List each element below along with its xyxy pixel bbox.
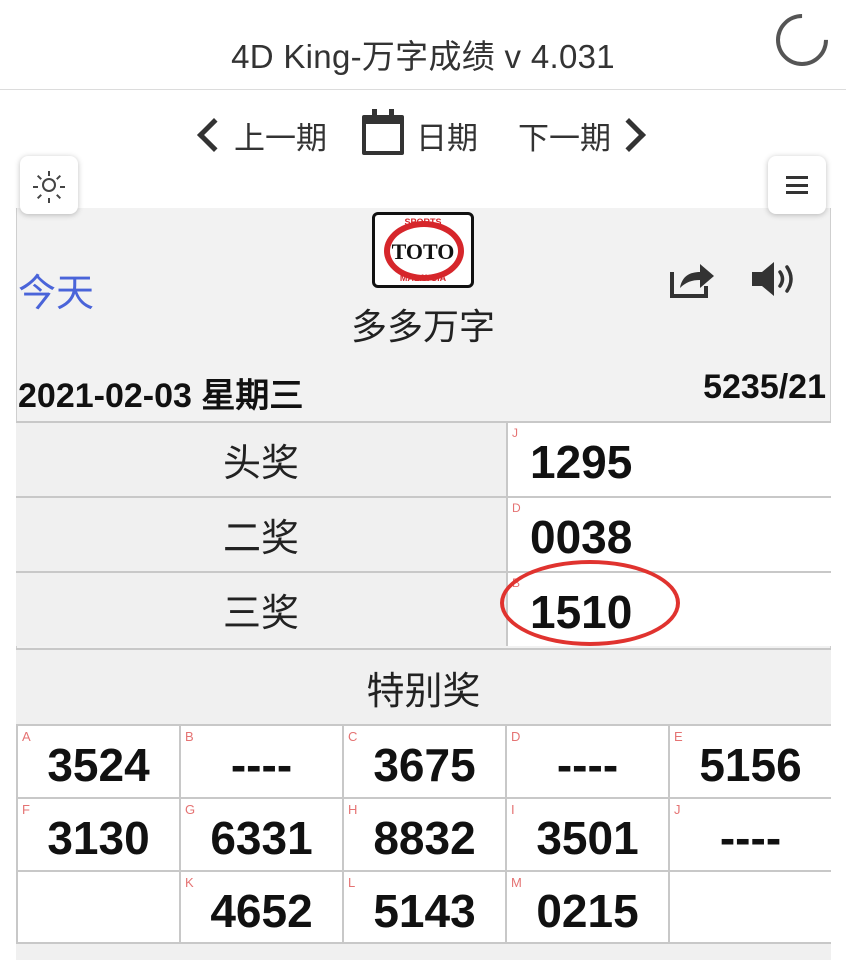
special-prize-cell: E 5156 — [668, 724, 831, 797]
prize-number: 3675 — [373, 739, 476, 791]
draw-number: 5235/21 — [703, 368, 826, 406]
menu-button[interactable] — [768, 156, 826, 214]
prize-number: 5156 — [699, 739, 802, 791]
special-prize-cell: D ---- — [505, 724, 668, 797]
special-prize-cell: K 4652 — [179, 870, 342, 943]
prize-row-first: 头奖 J 1295 — [16, 421, 831, 496]
theme-toggle-button[interactable] — [20, 156, 78, 214]
special-prize-cell: F 3130 — [16, 797, 179, 870]
prize-row-second: 二奖 D 0038 — [16, 496, 831, 571]
next-period-button[interactable]: 下一期 — [518, 110, 646, 160]
special-prize-cell — [16, 870, 179, 943]
prize-number: 3524 — [47, 739, 150, 791]
logo-bottom-text: MALAYSIA — [399, 273, 447, 283]
calendar-icon — [362, 109, 404, 155]
menu-icon — [786, 176, 808, 194]
previous-period-label: 上一期 — [234, 120, 327, 156]
prize-number: ---- — [230, 739, 293, 791]
special-prize-header: 特别奖 — [16, 648, 831, 724]
draw-date: 2021-02-03 星期三 — [18, 377, 304, 415]
logo-text: TOTO — [391, 239, 455, 264]
prize-number: 5143 — [373, 885, 476, 937]
previous-period-button[interactable]: 上一期 — [190, 110, 327, 160]
special-prize-cell: J ---- — [668, 797, 831, 870]
special-prize-cell: A 3524 — [16, 724, 179, 797]
special-prize-cell: L 5143 — [342, 870, 505, 943]
prize-number: 1295 — [530, 436, 633, 488]
chevron-right-icon — [612, 118, 646, 152]
prize-letter: J — [512, 426, 518, 440]
special-prize-cell — [668, 870, 831, 943]
prize-number: 3501 — [536, 812, 639, 864]
prize-number: ---- — [719, 812, 782, 864]
title-bar: 4D King-万字成绩 v 4.031 — [0, 0, 846, 90]
prize-number: 0215 — [536, 885, 639, 937]
prize-number: 4652 — [210, 885, 313, 937]
prize-value-cell: D 0038 — [506, 498, 831, 571]
highlight-circle-annotation — [500, 560, 680, 646]
prize-label: 二奖 — [16, 498, 506, 571]
prize-value-cell: J 1295 — [506, 423, 831, 496]
prize-number: ---- — [556, 739, 619, 791]
prize-row-third: 三奖 B 1510 — [16, 571, 831, 646]
toto-logo: SPORTS TOTO MALAYSIA — [372, 212, 474, 288]
logo-top-text: SPORTS — [404, 217, 442, 227]
special-prize-cell: I 3501 — [505, 797, 668, 870]
next-section-header — [16, 942, 831, 960]
special-prize-cell: B ---- — [179, 724, 342, 797]
app-title: 4D King-万字成绩 v 4.031 — [231, 38, 615, 75]
prize-number: 6331 — [210, 812, 313, 864]
next-period-label: 下一期 — [518, 120, 611, 156]
prize-letter: D — [512, 501, 521, 515]
prize-number: 0038 — [530, 511, 633, 563]
lottery-brand-name: 多多万字 — [350, 306, 495, 347]
chevron-left-icon — [197, 118, 231, 152]
share-icon[interactable] — [668, 258, 716, 300]
prize-label: 三奖 — [16, 573, 506, 646]
special-prize-cell: H 8832 — [342, 797, 505, 870]
sun-icon — [33, 171, 65, 203]
prize-number: 8832 — [373, 812, 476, 864]
prize-number: 3130 — [47, 812, 150, 864]
special-prize-cell: G 6331 — [179, 797, 342, 870]
date-picker-label: 日期 — [416, 120, 478, 156]
date-picker-button[interactable]: 日期 — [362, 109, 478, 160]
prize-label: 头奖 — [16, 423, 506, 496]
special-prize-cell: C 3675 — [342, 724, 505, 797]
period-navigation: 上一期 日期 下一期 — [0, 92, 846, 184]
special-prize-cell: M 0215 — [505, 870, 668, 943]
speaker-icon[interactable] — [748, 258, 802, 300]
